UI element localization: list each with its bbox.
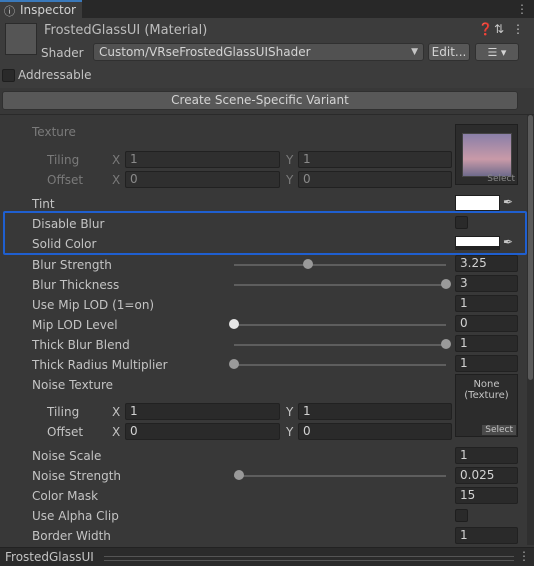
mip-lod-level-label: Mip LOD Level xyxy=(32,318,118,332)
noise-texture-none: None xyxy=(473,379,500,390)
texture-tiling-x-label: X xyxy=(112,153,121,167)
addressable-label: Addressable xyxy=(18,68,92,82)
noise-tiling-y-field[interactable]: 1 xyxy=(298,403,452,420)
border-width-field[interactable]: 1 xyxy=(455,527,518,544)
use-mip-lod-label: Use Mip LOD (1=on) xyxy=(32,298,155,312)
more-options-icon[interactable]: ⋮ xyxy=(518,549,530,563)
material-thumbnail xyxy=(5,23,37,55)
use-alpha-clip-label: Use Alpha Clip xyxy=(32,509,119,523)
thick-blur-blend-label: Thick Blur Blend xyxy=(32,338,130,352)
solid-color-label: Solid Color xyxy=(32,237,97,251)
texture-offset-x-field[interactable]: 0 xyxy=(125,171,280,188)
help-icon[interactable]: ❓ xyxy=(478,22,493,36)
thick-blur-blend-field[interactable]: 1 xyxy=(455,335,518,352)
noise-strength-slider-knob[interactable] xyxy=(234,470,245,480)
resize-grip[interactable] xyxy=(104,556,514,561)
noise-offset-label: Offset xyxy=(47,425,84,439)
noise-strength-label: Noise Strength xyxy=(32,469,122,483)
texture-slot[interactable]: Select xyxy=(455,124,518,185)
thick-radius-multiplier-label: Thick Radius Multiplier xyxy=(32,358,168,372)
list-icon: ☰ ▾ xyxy=(487,46,507,59)
material-title: FrostedGlassUI (Material) xyxy=(44,23,208,38)
mip-lod-level-slider-track[interactable] xyxy=(234,324,446,326)
noise-offset-y-label: Y xyxy=(286,425,294,439)
addressable-checkbox[interactable] xyxy=(2,69,15,82)
blur-strength-slider-knob[interactable] xyxy=(303,259,314,269)
tab-inspector[interactable]: ⓘ Inspector xyxy=(0,0,82,18)
texture-offset-y-field[interactable]: 0 xyxy=(298,171,452,188)
blur-strength-field[interactable]: 3.25 xyxy=(455,255,518,272)
mip-lod-level-slider-knob[interactable] xyxy=(229,319,239,329)
thick-radius-multiplier-slider-knob[interactable] xyxy=(229,359,239,369)
noise-scale-field[interactable]: 1 xyxy=(455,447,518,464)
noise-tiling-label: Tiling xyxy=(47,405,80,419)
blur-thickness-field[interactable]: 3 xyxy=(455,275,518,292)
thick-radius-multiplier-field[interactable]: 1 xyxy=(455,355,518,372)
blur-thickness-slider-knob[interactable] xyxy=(441,279,451,289)
texture-offset-x-label: X xyxy=(112,173,121,187)
tab-label: Inspector xyxy=(20,3,76,17)
disable-blur-checkbox[interactable] xyxy=(455,216,468,229)
more-options-icon[interactable]: ⋮ xyxy=(512,22,524,36)
use-alpha-clip-checkbox[interactable] xyxy=(455,509,468,522)
noise-texture-select-button[interactable]: Select xyxy=(482,425,516,435)
noise-texture-label: Noise Texture xyxy=(32,378,114,392)
noise-strength-slider-track[interactable] xyxy=(234,475,446,477)
eyedropper-icon[interactable]: ✒ xyxy=(503,235,513,249)
chevron-down-icon: ▼ xyxy=(411,47,418,57)
texture-preview xyxy=(462,133,512,177)
preset-icon[interactable]: ⇅ xyxy=(494,22,504,36)
noise-tiling-x-label: X xyxy=(112,405,121,419)
noise-offset-x-label: X xyxy=(112,425,121,439)
divider xyxy=(0,114,534,115)
noise-texture-type: (Texture) xyxy=(464,390,509,401)
vertical-scrollbar[interactable] xyxy=(527,115,534,545)
blur-thickness-slider-track[interactable] xyxy=(234,284,446,286)
texture-offset-label: Offset xyxy=(47,173,84,187)
blur-thickness-label: Blur Thickness xyxy=(32,278,120,292)
tint-color-field[interactable] xyxy=(455,195,500,211)
noise-texture-slot[interactable]: None (Texture) Select xyxy=(455,374,518,437)
mip-lod-level-field[interactable]: 0 xyxy=(455,315,518,332)
shader-menu-button[interactable]: ☰ ▾ xyxy=(475,43,519,61)
blur-strength-label: Blur Strength xyxy=(32,258,112,272)
thick-radius-multiplier-slider-track[interactable] xyxy=(234,364,446,366)
tab-menu-icon[interactable]: ⋮ xyxy=(516,2,528,16)
texture-tiling-y-label: Y xyxy=(286,153,294,167)
scrollbar-thumb[interactable] xyxy=(528,115,533,380)
texture-select-label[interactable]: Select xyxy=(487,174,515,184)
disable-blur-label: Disable Blur xyxy=(32,217,105,231)
thick-blur-blend-slider-knob[interactable] xyxy=(441,339,451,349)
noise-strength-field[interactable]: 0.025 xyxy=(455,467,518,484)
texture-label: Texture xyxy=(32,125,76,139)
tint-label: Tint xyxy=(32,197,55,211)
noise-offset-x-field[interactable]: 0 xyxy=(125,423,280,440)
shader-value: Custom/VRseFrostedGlassUIShader xyxy=(99,45,311,59)
edit-shader-button[interactable]: Edit... xyxy=(428,43,470,61)
texture-tiling-y-field[interactable]: 1 xyxy=(298,151,452,168)
noise-tiling-y-label: Y xyxy=(286,405,294,419)
noise-scale-label: Noise Scale xyxy=(32,449,102,463)
eyedropper-icon[interactable]: ✒ xyxy=(503,195,513,209)
noise-tiling-x-field[interactable]: 1 xyxy=(125,403,280,420)
color-mask-label: Color Mask xyxy=(32,489,99,503)
texture-tiling-label: Tiling xyxy=(47,153,80,167)
use-mip-lod-field[interactable]: 1 xyxy=(455,295,518,312)
shader-dropdown[interactable]: Custom/VRseFrostedGlassUIShader ▼ xyxy=(93,43,424,61)
preview-footer: FrostedGlassUI ⋮ xyxy=(0,547,534,566)
info-icon: ⓘ xyxy=(4,5,15,18)
create-variant-button[interactable]: Create Scene-Specific Variant xyxy=(2,91,518,110)
border-width-label: Border Width xyxy=(32,529,111,543)
solid-color-field[interactable] xyxy=(455,236,500,250)
footer-label: FrostedGlassUI xyxy=(5,550,94,564)
texture-offset-y-label: Y xyxy=(286,173,294,187)
shader-label: Shader xyxy=(41,46,84,60)
color-mask-field[interactable]: 15 xyxy=(455,487,518,504)
thick-blur-blend-slider-track[interactable] xyxy=(234,344,446,346)
blur-strength-slider-track[interactable] xyxy=(234,264,446,266)
noise-offset-y-field[interactable]: 0 xyxy=(298,423,452,440)
texture-tiling-x-field[interactable]: 1 xyxy=(125,151,280,168)
